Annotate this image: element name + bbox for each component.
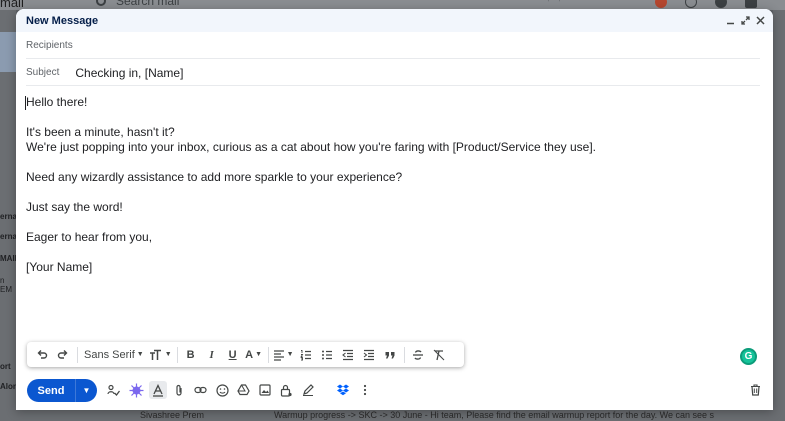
chevron-down-icon: ▼ (136, 351, 144, 358)
recipients-field[interactable]: Recipients (26, 33, 760, 59)
compose-title: New Message (26, 14, 99, 27)
send-button-group: Send ▼ (27, 379, 97, 402)
body-line: Just say the word! (26, 200, 123, 214)
grammarly-icon[interactable]: G (740, 348, 757, 365)
italic-button[interactable]: I (203, 346, 221, 364)
chevron-down-icon: ▼ (164, 351, 172, 358)
emoji-icon[interactable] (213, 381, 231, 399)
text-color-select[interactable]: A ▼ (245, 346, 263, 364)
dropbox-icon[interactable] (334, 381, 352, 399)
numbered-list-icon[interactable] (297, 346, 315, 364)
subject-input[interactable]: Checking in, [Name] (75, 66, 183, 80)
google-drive-icon[interactable] (234, 381, 252, 399)
background-row-sender: Sivashree Prem (140, 410, 205, 420)
strikethrough-icon[interactable] (409, 346, 427, 364)
message-body[interactable]: Hello there! It's been a minute, hasn't … (26, 95, 766, 290)
background-search-icon (96, 0, 106, 6)
compose-window: New Message Recipients Subject Checking … (16, 9, 773, 410)
background-settings-icon (715, 0, 727, 8)
body-line: Eager to hear from you, (26, 230, 153, 244)
send-button[interactable]: Send (27, 379, 75, 402)
assign-label-icon[interactable] (104, 381, 122, 399)
toolbar-divider (403, 346, 405, 363)
background-sidebar-text: n EM (0, 276, 12, 294)
close-icon[interactable] (753, 14, 767, 28)
more-options-icon[interactable] (356, 381, 374, 399)
redo-icon[interactable] (54, 346, 72, 364)
toolbar-divider (267, 346, 269, 363)
minimize-icon[interactable] (723, 14, 737, 28)
recipients-placeholder: Recipients (26, 40, 73, 51)
align-select[interactable]: ▼ (273, 346, 294, 364)
subject-label: Subject (26, 67, 60, 78)
undo-icon[interactable] (33, 346, 51, 364)
chevron-down-icon: ▼ (286, 351, 294, 358)
subject-field[interactable]: Subject Checking in, [Name] (26, 60, 760, 86)
font-size-select[interactable]: ▼ (149, 346, 172, 364)
text-color-icon: A (245, 348, 254, 361)
background-filter-icon (548, 0, 560, 8)
body-line: It's been a minute, hasn't it? (26, 125, 175, 139)
background-right-strip (773, 10, 785, 421)
ai-writing-icon[interactable] (127, 381, 145, 399)
background-sidebar: erna erna MAIL n EM ort Alon (0, 10, 20, 421)
chevron-down-icon: ▼ (255, 351, 263, 358)
font-family-select[interactable]: Sans Serif ▼ (82, 346, 146, 364)
schedule-send-dropdown[interactable]: ▼ (76, 379, 97, 402)
background-help-icon (685, 0, 697, 8)
body-line: We're just popping into your inbox, curi… (26, 140, 596, 154)
insert-link-icon[interactable] (191, 381, 209, 399)
background-sidebar-text: erna (0, 212, 17, 221)
background-notification-icon (655, 0, 667, 8)
font-family-value: Sans Serif (84, 348, 135, 361)
background-row-snippet: Warmup progress -> SKC -> 30 June - Hi t… (274, 410, 715, 420)
indent-more-icon[interactable] (360, 346, 378, 364)
bold-button[interactable]: B (182, 346, 200, 364)
formatting-options-icon[interactable] (149, 381, 167, 399)
background-sidebar-text: erna (0, 232, 17, 241)
insert-photo-icon[interactable] (256, 381, 274, 399)
discard-draft-icon[interactable] (746, 381, 764, 399)
background-sidebar-text: ort (0, 362, 11, 371)
bulleted-list-icon[interactable] (318, 346, 336, 364)
toolbar-divider (176, 346, 178, 363)
signature-icon[interactable] (299, 381, 317, 399)
formatting-toolbar: Sans Serif ▼ ▼ B I U A ▼ ▼ (27, 342, 464, 367)
quote-icon[interactable] (381, 346, 399, 364)
background-apps-icon (745, 0, 757, 8)
compose-header[interactable]: New Message (16, 9, 773, 32)
background-search-input: Search mail (116, 0, 180, 8)
remove-formatting-icon[interactable] (430, 346, 448, 364)
body-line: [Your Name] (26, 260, 93, 274)
confidential-mode-icon[interactable] (277, 381, 295, 399)
body-line: Need any wizardly assistance to add more… (26, 170, 403, 184)
body-line: Hello there! (26, 95, 88, 109)
indent-less-icon[interactable] (339, 346, 357, 364)
attach-files-icon[interactable] (170, 381, 188, 399)
toolbar-divider (77, 346, 78, 363)
underline-button[interactable]: U (224, 346, 242, 364)
pop-out-icon[interactable] (738, 14, 752, 28)
